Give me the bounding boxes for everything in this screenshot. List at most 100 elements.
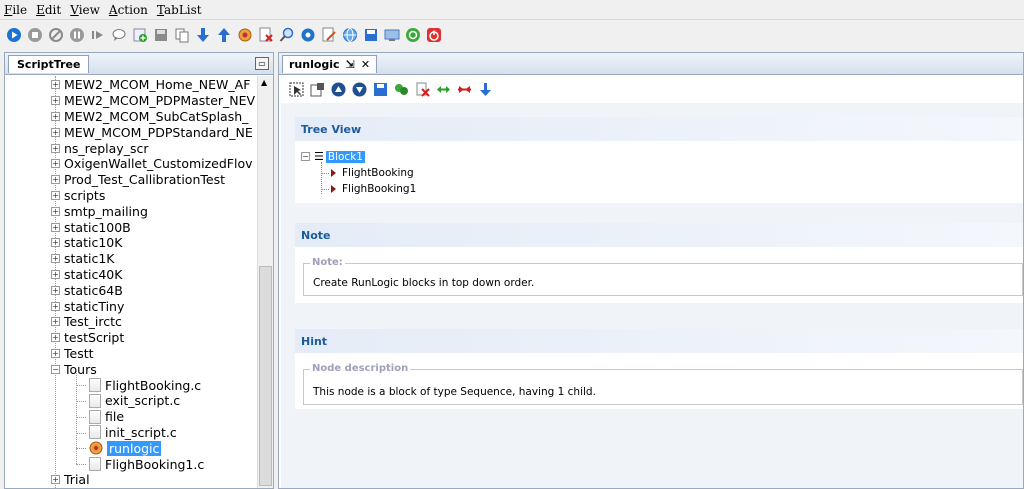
tree-child-node[interactable]: FlightBooking — [321, 167, 414, 179]
tree-folder-item[interactable]: + OxigenWallet_CustomizedFlov — [51, 156, 253, 172]
tree-connector — [76, 416, 86, 418]
compile-icon[interactable] — [237, 27, 253, 43]
tree-scrollbar[interactable]: ▲ — [257, 76, 273, 488]
pin-icon[interactable]: ⇲ — [346, 58, 355, 71]
refresh-icon[interactable] — [405, 27, 421, 43]
collapse-icon[interactable]: − — [301, 152, 310, 161]
tree-folder-item[interactable]: + Prod_Test_CallibrationTest — [51, 172, 225, 188]
expand-icon[interactable]: + — [51, 143, 60, 153]
download-icon[interactable] — [195, 27, 211, 43]
tree-folder-item[interactable]: + smtp_mailing — [51, 203, 148, 219]
tree-folder-item[interactable]: + MEW_MCOM_PDPStandard_NE — [51, 124, 253, 140]
tree-folder-item[interactable]: + Testt — [51, 346, 94, 362]
screen-icon[interactable] — [384, 27, 400, 43]
menu-action[interactable]: Action — [109, 3, 148, 17]
tree-item-label: testScript — [64, 330, 125, 346]
expand-icon[interactable]: + — [51, 175, 60, 185]
step-icon[interactable] — [90, 27, 106, 43]
move-up-icon[interactable] — [331, 82, 346, 97]
tree-folder-item[interactable]: + Trial — [51, 472, 90, 488]
tree-folder-item[interactable]: + staticTiny — [51, 298, 124, 314]
expand-icon[interactable]: + — [51, 206, 60, 216]
tab-script-tree[interactable]: ScriptTree — [8, 55, 90, 73]
power-icon[interactable] — [426, 27, 442, 43]
cancel-icon[interactable] — [48, 27, 64, 43]
tab-runlogic[interactable]: runlogic ⇲ ✕ — [282, 55, 378, 73]
tree-folder-item[interactable]: + static100B — [51, 219, 131, 235]
tree-child-node[interactable]: FlighBooking1 — [321, 183, 416, 195]
play-icon[interactable] — [6, 27, 22, 43]
select-icon[interactable] — [289, 82, 304, 97]
block1-node[interactable]: − ☰ Block1 — [301, 150, 365, 163]
expand-icon[interactable]: + — [51, 222, 60, 232]
expand-icon[interactable]: + — [51, 190, 60, 200]
expand-icon[interactable]: + — [51, 348, 60, 358]
tree-file-item[interactable]: init_script.c — [89, 425, 177, 441]
expand-icon[interactable]: + — [51, 269, 60, 279]
expand-icon[interactable] — [436, 82, 451, 97]
tree-folder-item[interactable]: + static10K — [51, 235, 122, 251]
minimize-button[interactable]: ▭ — [255, 57, 269, 70]
delete-icon[interactable] — [415, 82, 430, 97]
search-icon[interactable] — [279, 27, 295, 43]
expand-icon[interactable]: + — [51, 333, 60, 343]
tree-folder-item[interactable]: + static64B — [51, 282, 123, 298]
menu-view[interactable]: View — [70, 3, 100, 17]
tree-folder-item[interactable]: + scripts — [51, 188, 105, 204]
arrow-down-icon[interactable] — [478, 82, 493, 97]
expand-icon[interactable]: + — [51, 285, 60, 295]
menu-edit[interactable]: Edit — [36, 3, 61, 17]
comment-icon[interactable] — [111, 27, 127, 43]
expand-icon[interactable]: + — [51, 238, 60, 248]
tree-file-item[interactable]: exit_script.c — [89, 393, 180, 409]
tree-folder-item[interactable]: + MEW2_MCOM_SubCatSplash_ — [51, 109, 248, 125]
scrollbar-thumb[interactable] — [259, 266, 272, 486]
tree-folder-item[interactable]: + static40K — [51, 267, 122, 283]
tree-folder-item[interactable]: + MEW2_MCOM_Home_NEW_AF — [51, 77, 250, 93]
save-disk-icon[interactable] — [363, 27, 379, 43]
block1-label[interactable]: Block1 — [325, 150, 365, 163]
close-icon[interactable]: ✕ — [361, 58, 370, 71]
upload-icon[interactable] — [216, 27, 232, 43]
expand-icon[interactable]: + — [51, 301, 60, 311]
menu-file[interactable]: File — [4, 3, 27, 17]
expand-icon[interactable]: + — [51, 159, 60, 169]
tree-file-item[interactable]: runlogic — [89, 440, 162, 456]
copy-icon[interactable] — [174, 27, 190, 43]
tree-folder-item[interactable]: + ns_replay_scr — [51, 140, 148, 156]
tree-item-label: staticTiny — [64, 298, 125, 314]
pause-icon[interactable] — [69, 27, 85, 43]
tree-folder-item[interactable]: − Tours — [51, 361, 97, 377]
tree-folder-item[interactable]: + testScript — [51, 330, 124, 346]
expand-icon[interactable]: + — [51, 96, 60, 106]
properties-icon[interactable] — [310, 82, 325, 97]
menu-tablist[interactable]: TabList — [157, 3, 202, 17]
expand-icon[interactable]: + — [51, 111, 60, 121]
settings-icon[interactable] — [300, 27, 316, 43]
collapse-icon[interactable] — [457, 82, 472, 97]
tree-folder-item[interactable]: + MEW2_MCOM_PDPMaster_NEV — [51, 93, 255, 109]
hint-legend: Node description — [310, 363, 411, 374]
expand-icon[interactable]: + — [51, 254, 60, 264]
globe-icon[interactable] — [342, 27, 358, 43]
stop-icon[interactable] — [27, 27, 43, 43]
tree-file-item[interactable]: FlightBooking.c — [89, 377, 201, 393]
tree-file-item[interactable]: FlighBooking1.c — [89, 456, 204, 472]
expand-icon[interactable]: + — [51, 127, 60, 137]
tree-folder-item[interactable]: + static1K — [51, 251, 114, 267]
tree-folder-item[interactable]: + Test_irctc — [51, 314, 122, 330]
save-icon[interactable] — [373, 82, 388, 97]
add-icon[interactable] — [132, 27, 148, 43]
expand-icon[interactable]: + — [51, 80, 60, 90]
sync-icon[interactable] — [394, 82, 409, 97]
edit-icon[interactable] — [321, 27, 337, 43]
save-icon[interactable] — [153, 27, 169, 43]
expand-icon[interactable]: + — [51, 475, 60, 485]
move-down-icon[interactable] — [352, 82, 367, 97]
report-icon[interactable] — [258, 27, 274, 43]
tree-file-item[interactable]: file — [89, 409, 124, 425]
tab-runlogic-label: runlogic — [289, 58, 340, 71]
scroll-up-icon[interactable]: ▲ — [261, 78, 267, 87]
expand-icon[interactable]: + — [51, 317, 60, 327]
collapse-icon[interactable]: − — [51, 364, 60, 374]
